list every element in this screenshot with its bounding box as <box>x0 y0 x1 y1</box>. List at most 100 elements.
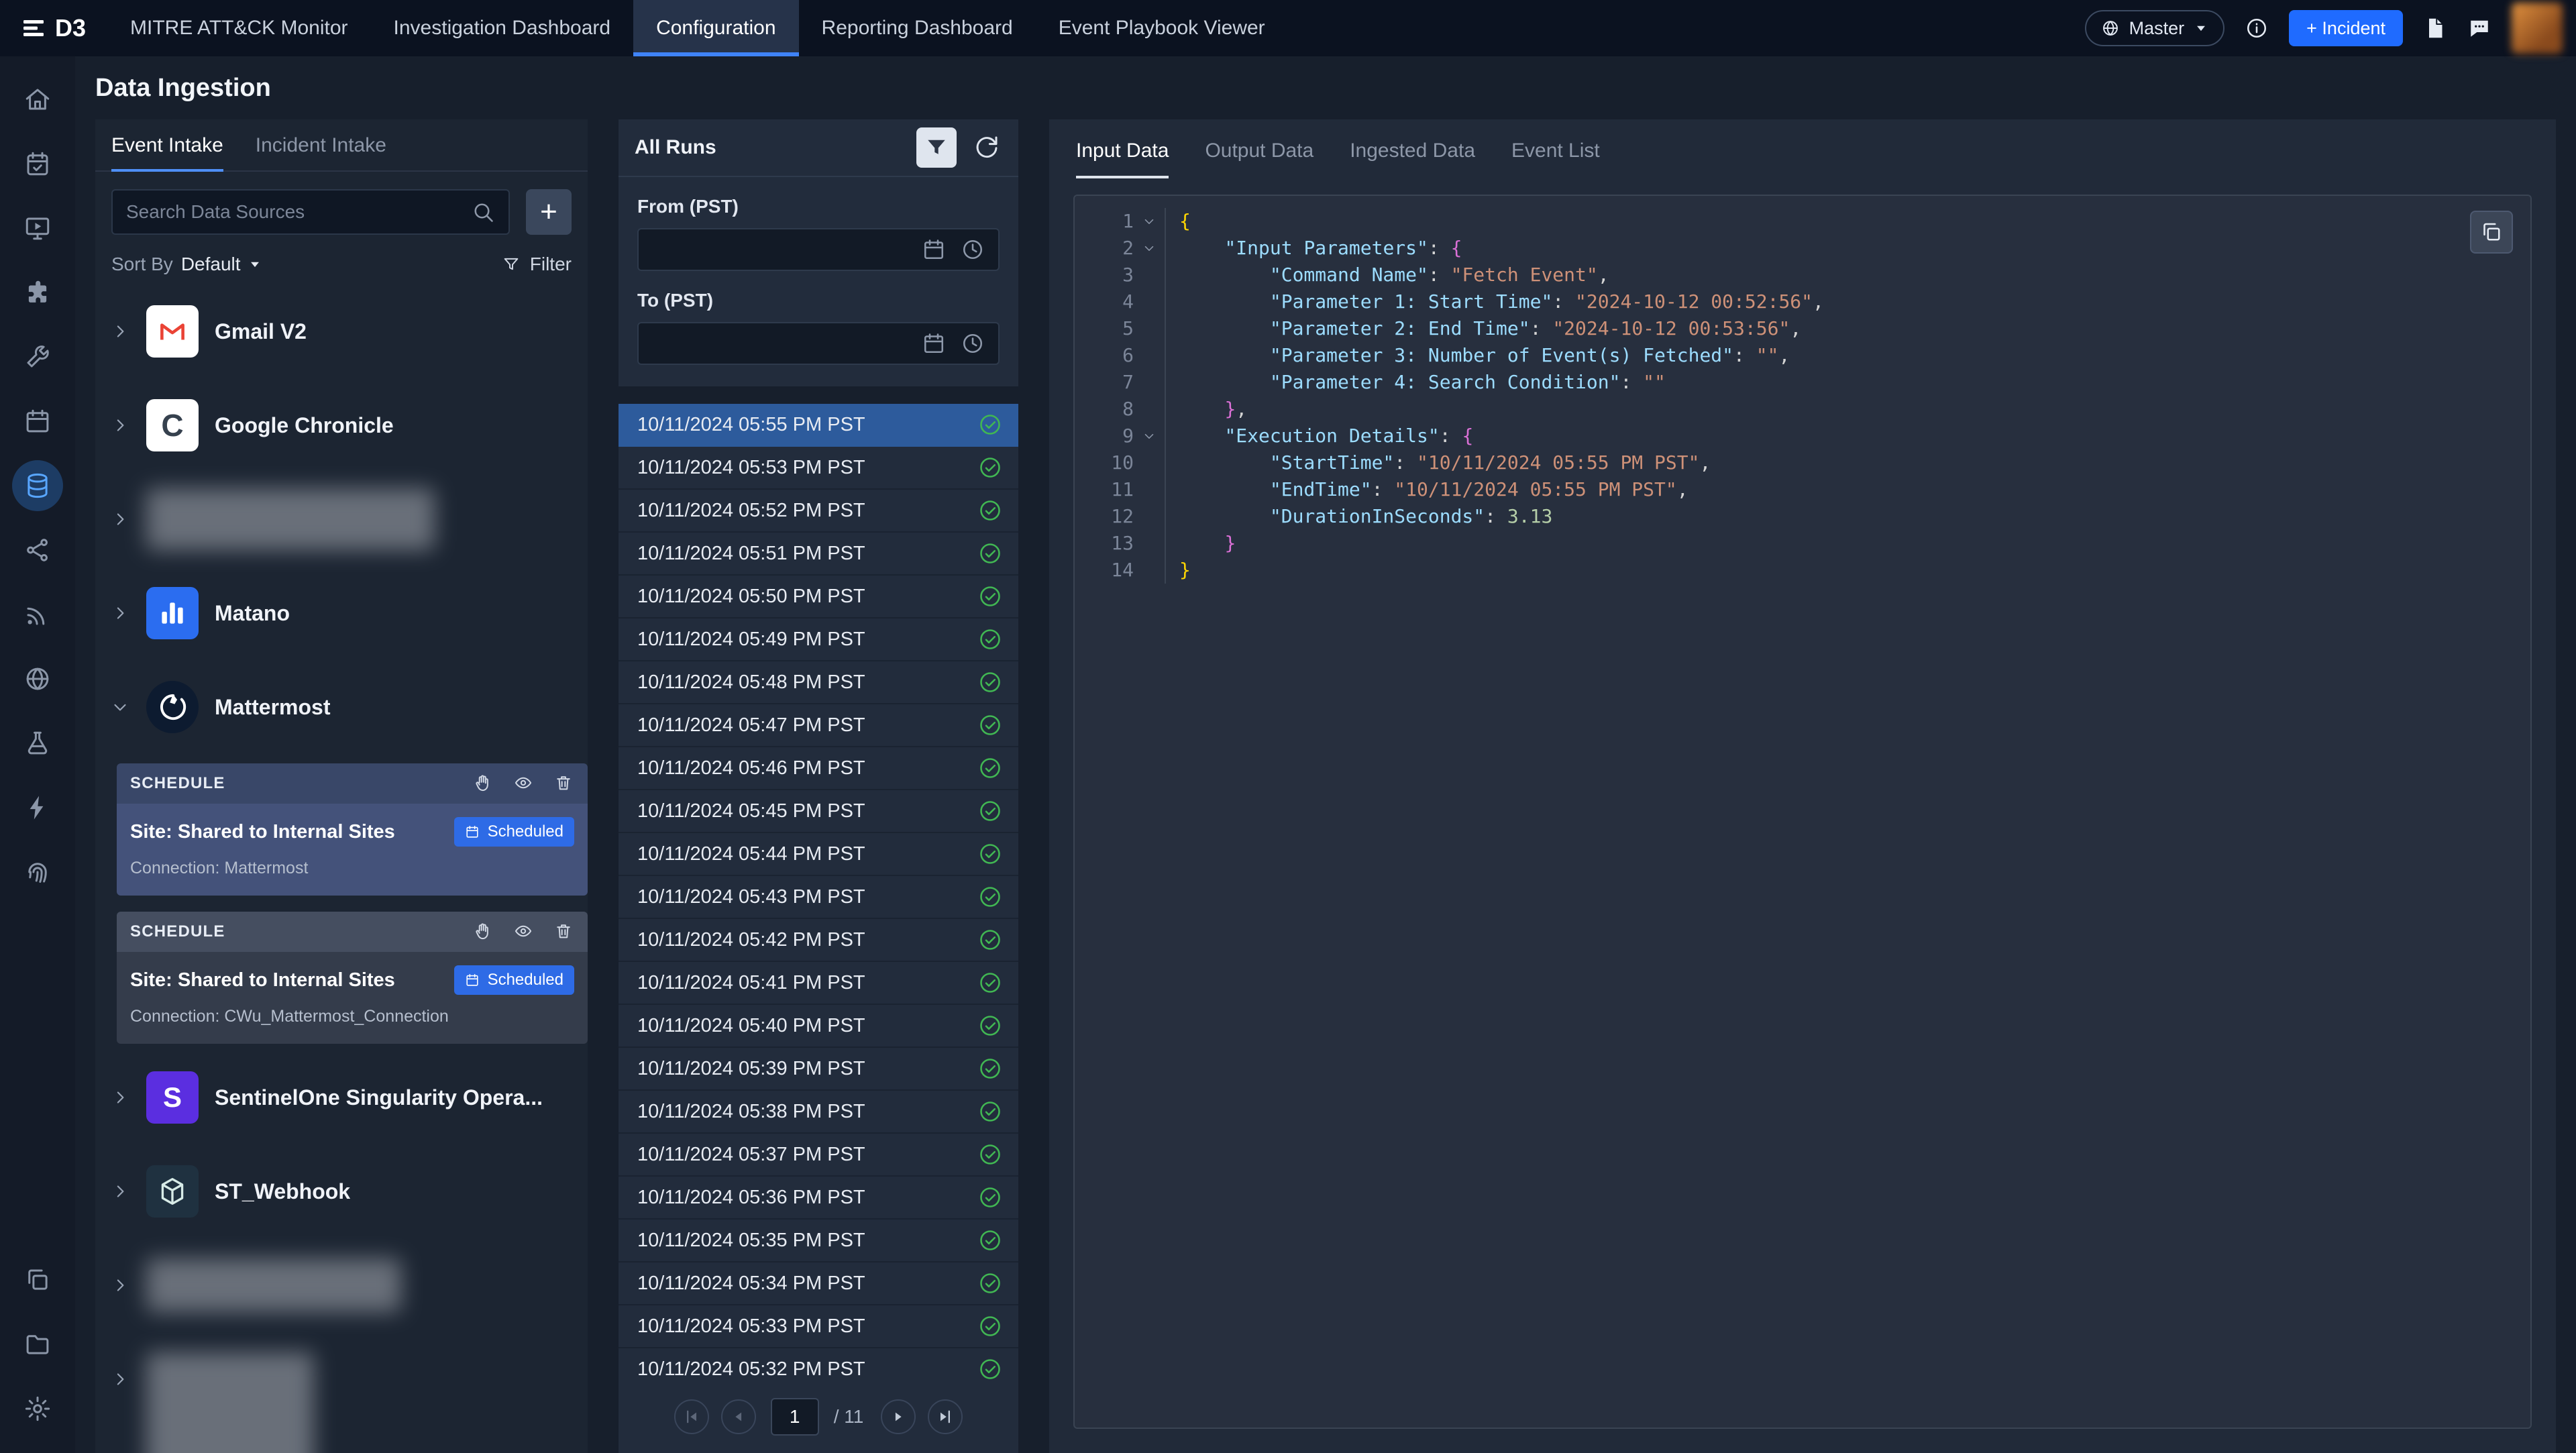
environment-selector[interactable]: Master <box>2085 10 2225 46</box>
filter-button[interactable]: Filter <box>502 254 572 275</box>
next-page-button[interactable] <box>881 1399 916 1434</box>
run-row[interactable]: 10/11/2024 05:38 PM PST <box>619 1091 1018 1134</box>
run-row[interactable]: 10/11/2024 05:39 PM PST <box>619 1048 1018 1091</box>
schedule-action-eye[interactable] <box>514 773 534 794</box>
calendar-icon[interactable] <box>922 237 946 262</box>
rail-item-calendar[interactable] <box>12 396 63 447</box>
fold-chevron-icon[interactable] <box>1134 423 1166 449</box>
clock-icon[interactable] <box>961 237 985 262</box>
runs-filter-button[interactable] <box>916 127 957 168</box>
new-incident-button[interactable]: + Incident <box>2289 10 2403 46</box>
document-icon[interactable] <box>2423 16 2447 40</box>
run-row[interactable]: 10/11/2024 05:32 PM PST <box>619 1348 1018 1381</box>
rail-item-folder[interactable] <box>12 1319 63 1370</box>
tab-ingested-data[interactable]: Ingested Data <box>1350 140 1475 178</box>
run-row[interactable]: 10/11/2024 05:43 PM PST <box>619 876 1018 919</box>
rail-item-monitor-play[interactable] <box>12 203 63 254</box>
to-datetime-input[interactable] <box>637 322 1000 365</box>
schedule-connection: Connection: CWu_Mattermost_Connection <box>130 1007 574 1026</box>
success-check-icon <box>978 885 1002 909</box>
page-number-input[interactable] <box>771 1398 819 1436</box>
tab-event-intake[interactable]: Event Intake <box>111 134 223 172</box>
from-datetime-input[interactable] <box>637 228 1000 271</box>
add-data-source-button[interactable]: + <box>526 189 572 235</box>
data-source-row[interactable]: Matano <box>103 576 588 651</box>
run-row[interactable]: 10/11/2024 05:47 PM PST <box>619 704 1018 747</box>
rail-item-copy[interactable] <box>12 1254 63 1305</box>
rail-item-fingerprint[interactable] <box>12 847 63 898</box>
sort-by-value[interactable]: Default <box>181 254 262 275</box>
data-source-row[interactable] <box>103 1342 588 1417</box>
run-row[interactable]: 10/11/2024 05:33 PM PST <box>619 1305 1018 1348</box>
rail-item-globe[interactable] <box>12 653 63 704</box>
data-source-row[interactable]: Mattermost <box>103 669 588 745</box>
run-timestamp: 10/11/2024 05:38 PM PST <box>637 1101 865 1123</box>
schedule-action-trash[interactable] <box>554 773 574 794</box>
rail-item-home[interactable] <box>12 74 63 125</box>
run-row[interactable]: 10/11/2024 05:53 PM PST <box>619 447 1018 490</box>
schedule-action-hand[interactable] <box>474 773 494 794</box>
calendar-icon[interactable] <box>922 331 946 356</box>
rail-item-flask[interactable] <box>12 718 63 769</box>
fold-chevron-icon[interactable] <box>1134 235 1166 262</box>
run-row[interactable]: 10/11/2024 05:37 PM PST <box>619 1134 1018 1177</box>
previous-page-button[interactable] <box>721 1399 756 1434</box>
run-row[interactable]: 10/11/2024 05:44 PM PST <box>619 833 1018 876</box>
data-source-row[interactable]: CGoogle Chronicle <box>103 388 588 463</box>
search-input[interactable] <box>126 201 460 223</box>
data-source-row[interactable]: ST_Webhook <box>103 1154 588 1229</box>
success-check-icon <box>978 413 1002 437</box>
schedule-action-trash[interactable] <box>554 922 574 942</box>
refresh-button[interactable] <box>973 133 1002 162</box>
schedule-card[interactable]: SCHEDULESite: Shared to Internal SitesSc… <box>117 912 588 1044</box>
search-data-sources-box[interactable] <box>111 189 510 235</box>
user-avatar[interactable] <box>2512 3 2563 54</box>
tab-input-data[interactable]: Input Data <box>1076 140 1169 178</box>
nav-item-event-playbook-viewer[interactable]: Event Playbook Viewer <box>1036 0 1288 56</box>
run-row[interactable]: 10/11/2024 05:42 PM PST <box>619 919 1018 962</box>
nav-item-investigation-dashboard[interactable]: Investigation Dashboard <box>371 0 634 56</box>
nav-item-reporting-dashboard[interactable]: Reporting Dashboard <box>799 0 1036 56</box>
tab-incident-intake[interactable]: Incident Intake <box>256 134 386 170</box>
data-source-row[interactable]: Gmail V2 <box>103 294 588 369</box>
run-row[interactable]: 10/11/2024 05:50 PM PST <box>619 576 1018 618</box>
run-row[interactable]: 10/11/2024 05:51 PM PST <box>619 533 1018 576</box>
tab-event-list[interactable]: Event List <box>1511 140 1600 178</box>
data-source-row[interactable] <box>103 482 588 557</box>
run-row[interactable]: 10/11/2024 05:41 PM PST <box>619 962 1018 1005</box>
rail-item-database[interactable] <box>12 460 63 511</box>
run-row[interactable]: 10/11/2024 05:35 PM PST <box>619 1220 1018 1262</box>
run-row[interactable]: 10/11/2024 05:49 PM PST <box>619 618 1018 661</box>
run-row[interactable]: 10/11/2024 05:52 PM PST <box>619 490 1018 533</box>
info-icon[interactable] <box>2245 16 2269 40</box>
schedule-action-eye[interactable] <box>514 922 534 942</box>
clock-icon[interactable] <box>961 331 985 356</box>
chat-icon[interactable] <box>2467 16 2491 40</box>
schedule-action-hand[interactable] <box>474 922 494 942</box>
run-row[interactable]: 10/11/2024 05:55 PM PST <box>619 404 1018 447</box>
data-source-row[interactable]: SSentinelOne Singularity Opera... <box>103 1060 588 1135</box>
chevron-down-icon <box>1142 214 1157 229</box>
run-row[interactable]: 10/11/2024 05:45 PM PST <box>619 790 1018 833</box>
run-row[interactable]: 10/11/2024 05:48 PM PST <box>619 661 1018 704</box>
last-page-button[interactable] <box>928 1399 963 1434</box>
rail-item-gear[interactable] <box>12 1383 63 1434</box>
fold-chevron-icon[interactable] <box>1134 208 1166 235</box>
run-row[interactable]: 10/11/2024 05:34 PM PST <box>619 1262 1018 1305</box>
first-page-button[interactable] <box>674 1399 709 1434</box>
rail-item-tools[interactable] <box>12 331 63 382</box>
tab-output-data[interactable]: Output Data <box>1205 140 1313 178</box>
rail-item-calendar-check[interactable] <box>12 138 63 189</box>
rail-item-broadcast[interactable] <box>12 589 63 640</box>
rail-item-puzzle[interactable] <box>12 267 63 318</box>
nav-item-mitre-attck-monitor[interactable]: MITRE ATT&CK Monitor <box>107 0 371 56</box>
run-row[interactable]: 10/11/2024 05:46 PM PST <box>619 747 1018 790</box>
nav-item-configuration[interactable]: Configuration <box>633 0 798 56</box>
data-source-row[interactable] <box>103 1248 588 1323</box>
run-row[interactable]: 10/11/2024 05:36 PM PST <box>619 1177 1018 1220</box>
rail-item-share-nodes[interactable] <box>12 525 63 576</box>
schedule-card[interactable]: SCHEDULESite: Shared to Internal SitesSc… <box>117 763 588 896</box>
copy-code-button[interactable] <box>2470 211 2513 254</box>
rail-item-bolt[interactable] <box>12 782 63 833</box>
run-row[interactable]: 10/11/2024 05:40 PM PST <box>619 1005 1018 1048</box>
